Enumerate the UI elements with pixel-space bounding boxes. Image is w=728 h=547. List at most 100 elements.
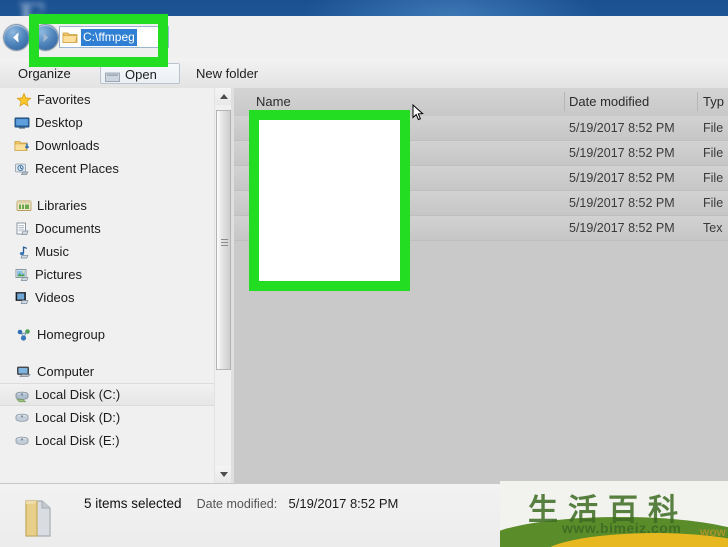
column-header-name[interactable]: Name [256, 94, 291, 109]
file-type: Tex [703, 221, 723, 235]
sidebar-item-favorites[interactable]: Favorites [0, 88, 232, 111]
selection-count: 5 items selected [84, 496, 182, 511]
toolbar: Organize Open New folder [0, 58, 728, 89]
status-date-label: Date modified: [196, 497, 278, 511]
address-input[interactable]: C:\ffmpeg [59, 26, 169, 48]
hard-disk-icon [14, 388, 30, 404]
file-name: licenses [284, 170, 333, 185]
sidebar-item-videos[interactable]: Videos [0, 286, 232, 309]
organize-button[interactable]: Organize [18, 63, 71, 84]
file-date-modified: 5/19/2017 8:52 PM [569, 221, 675, 235]
chevron-down-icon [220, 472, 228, 477]
file-rows: bin 5/19/2017 8:52 PM File doc 5/19/2017… [234, 116, 728, 241]
music-library-icon [14, 244, 30, 260]
sidebar-item-local-disk-e[interactable]: Local Disk (E:) [0, 429, 232, 452]
sidebar-label: Local Disk (E:) [35, 433, 120, 448]
sidebar-item-pictures[interactable]: Pictures [0, 263, 232, 286]
libraries-icon [16, 198, 32, 214]
text-file-icon [262, 220, 278, 236]
watermark-url: www.bimeiz.com [562, 520, 682, 536]
sidebar-label: Local Disk (D:) [35, 410, 121, 425]
back-button[interactable] [4, 25, 29, 50]
column-header-type[interactable]: Typ [703, 94, 724, 109]
navigation-pane-scrollbar[interactable] [214, 88, 232, 483]
table-row[interactable]: bin 5/19/2017 8:52 PM File [234, 116, 728, 141]
table-row[interactable]: licenses 5/19/2017 8:52 PM File [234, 166, 728, 191]
file-name: bin [284, 120, 303, 135]
column-header-date-modified[interactable]: Date modified [569, 94, 649, 109]
folder-icon [262, 120, 278, 136]
status-bar-text: 5 items selected Date modified: 5/19/201… [84, 496, 398, 511]
homegroup-icon [16, 327, 32, 343]
forward-arrow-icon [43, 33, 49, 42]
sidebar-item-local-disk-d[interactable]: Local Disk (D:) [0, 406, 232, 429]
scrollbar-grip-icon [221, 239, 228, 246]
hard-disk-icon [14, 410, 30, 426]
file-list-pane: Name Date modified Typ bin 5/19/2017 8:5… [234, 88, 728, 483]
column-divider[interactable] [564, 92, 565, 111]
sidebar-item-homegroup[interactable]: Homegroup [0, 323, 232, 346]
videos-library-icon [14, 290, 30, 306]
sidebar-label: Pictures [35, 267, 82, 282]
hard-disk-icon [14, 433, 30, 449]
column-divider[interactable] [697, 92, 698, 111]
column-header-row: Name Date modified Typ [234, 88, 728, 117]
sidebar-label: Downloads [35, 138, 100, 153]
table-row[interactable]: README 5/19/2017 8:52 PM Tex [234, 216, 728, 241]
table-row[interactable]: doc 5/19/2017 8:52 PM File [234, 141, 728, 166]
desktop-icon [14, 115, 30, 131]
folder-icon [262, 195, 278, 211]
content-area: Favorites Desktop Downloads Recent Place… [0, 88, 728, 483]
computer-icon [16, 364, 32, 380]
star-icon [16, 92, 32, 108]
folder-icon [262, 170, 278, 186]
open-button[interactable]: Open [100, 63, 180, 84]
sidebar-label: Homegroup [37, 327, 105, 342]
scrollbar-thumb[interactable] [216, 110, 231, 370]
scroll-down-button[interactable] [215, 466, 232, 483]
sidebar-item-recent-places[interactable]: Recent Places [0, 157, 232, 180]
sidebar-item-desktop[interactable]: Desktop [0, 111, 232, 134]
sidebar-label: Desktop [35, 115, 83, 130]
file-name: README [284, 220, 342, 235]
folder-icon [262, 145, 278, 161]
folder-icon [62, 30, 78, 44]
file-type: File [703, 146, 724, 160]
sidebar-label: Local Disk (C:) [35, 387, 121, 402]
sidebar-label: Computer [37, 364, 95, 379]
mouse-cursor [412, 103, 426, 122]
open-folder-icon [105, 68, 120, 82]
recent-places-icon [14, 161, 30, 177]
file-type: File [703, 171, 724, 185]
folder-stack-icon [20, 496, 62, 540]
sidebar-label: Music [35, 244, 69, 259]
chevron-up-icon [220, 94, 228, 99]
address-input-value: C:\ffmpeg [81, 28, 137, 46]
file-type: File [703, 121, 724, 135]
navigation-pane: Favorites Desktop Downloads Recent Place… [0, 88, 232, 483]
watermark: 生活百科 www.bimeiz.com wow [500, 481, 728, 547]
sidebar-item-local-disk-c[interactable]: Local Disk (C:) [0, 383, 232, 406]
sidebar-item-documents[interactable]: Documents [0, 217, 232, 240]
table-row[interactable]: presets 5/19/2017 8:52 PM File [234, 191, 728, 216]
explorer-window: C:\ffmpeg Organize Open New folder Favor… [0, 16, 728, 547]
sidebar-item-music[interactable]: Music [0, 240, 232, 263]
new-folder-button[interactable]: New folder [196, 63, 258, 84]
file-date-modified: 5/19/2017 8:52 PM [569, 196, 675, 210]
sidebar-label: Libraries [37, 198, 87, 213]
address-bar-row: C:\ffmpeg [0, 16, 728, 58]
file-date-modified: 5/19/2017 8:52 PM [569, 171, 675, 185]
file-name: presets [284, 195, 329, 210]
sidebar-item-downloads[interactable]: Downloads [0, 134, 232, 157]
sidebar-label: Documents [35, 221, 101, 236]
scroll-up-button[interactable] [215, 88, 232, 105]
back-arrow-icon [13, 32, 19, 43]
pictures-library-icon [14, 267, 30, 283]
sidebar-item-computer[interactable]: Computer [0, 360, 232, 383]
open-button-label: Open [125, 67, 157, 82]
forward-button[interactable] [33, 25, 58, 50]
sidebar-item-libraries[interactable]: Libraries [0, 194, 232, 217]
